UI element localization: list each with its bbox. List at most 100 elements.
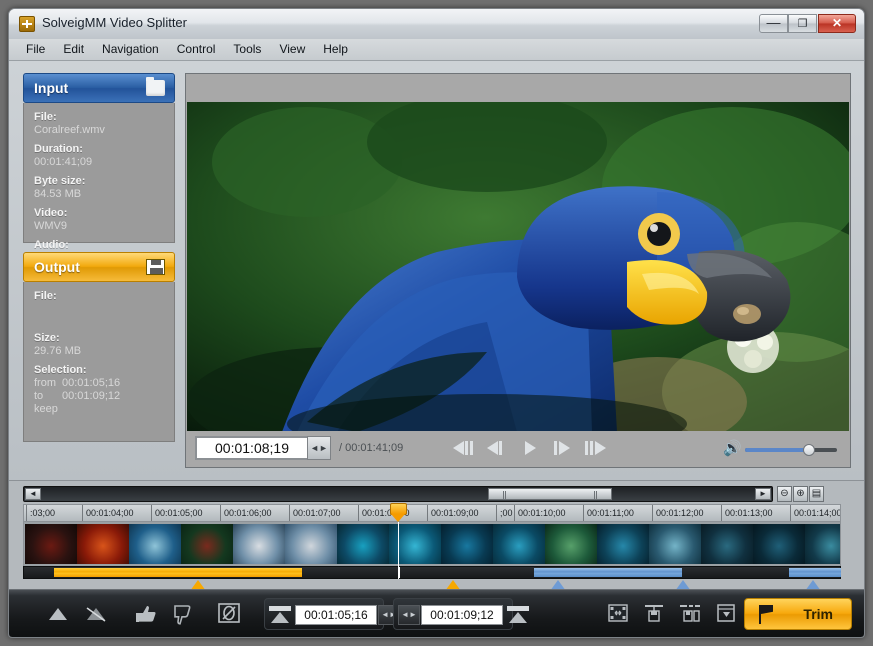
playhead-handle[interactable] (390, 503, 407, 523)
scroll-right-icon[interactable]: ► (755, 488, 771, 500)
timeline-segment-blue[interactable] (534, 568, 682, 577)
input-field-value: 00:01:41;09 (34, 156, 164, 168)
ruler-tick-label: :03;00 (30, 508, 55, 518)
menu-item-control[interactable]: Control (168, 39, 225, 59)
invert-selection-icon[interactable] (217, 602, 241, 624)
ruler-tick: 00:01:06;00 (220, 505, 221, 522)
input-field-label: Duration: (34, 143, 164, 155)
save-slice-icon[interactable] (643, 602, 665, 624)
timeline-scrollbar[interactable]: ◄ ► (23, 486, 773, 502)
current-time-field[interactable]: 00:01:08;19 (195, 436, 307, 460)
close-icon: ✕ (819, 16, 855, 30)
menu-item-navigation[interactable]: Navigation (93, 39, 168, 59)
output-size-value: 29.76 MB (34, 345, 164, 357)
menu-item-edit[interactable]: Edit (54, 39, 93, 59)
ruler-tick-label: 00:01:11;00 (587, 508, 634, 518)
playhead-line (398, 522, 399, 579)
batch-icon[interactable] (715, 602, 737, 624)
menu-item-help[interactable]: Help (314, 39, 357, 59)
ruler-tick: :03;00 (26, 505, 27, 522)
volume-fill (745, 448, 809, 452)
minimize-button[interactable]: — (759, 14, 788, 33)
thumbs-up-icon[interactable] (133, 602, 159, 626)
filmstrip-icon[interactable] (607, 602, 629, 624)
video-preview-panel: 00:01:08;19 ◄► / 00:01:41;09 (185, 73, 851, 468)
play-icon[interactable] (517, 438, 547, 458)
bottom-toolbar: 00:01:05;16 ◄► ◄► 00:01:09;12 (9, 589, 864, 637)
timeline-segment-keep[interactable] (54, 568, 302, 577)
thumbs-down-icon[interactable] (170, 602, 196, 626)
menu-item-tools[interactable]: Tools (224, 39, 270, 59)
ruler-tick: 00:01:09;00 (427, 505, 428, 522)
zoom-in-icon[interactable]: ⊕ (793, 486, 808, 502)
input-field-label: Video: (34, 207, 164, 219)
ruler-tick: 00:01:04;00 (82, 505, 83, 522)
selection-to-label: to (34, 390, 62, 402)
video-canvas[interactable] (187, 102, 849, 432)
ruler-tick: 00:01:14;00 (790, 505, 791, 522)
flag-icon (759, 605, 775, 624)
timeline-thumbnail (493, 524, 545, 564)
step-forward-icon[interactable] (549, 438, 579, 458)
segment-playhead (399, 567, 400, 578)
volume-knob[interactable] (803, 444, 815, 456)
title-bar: SolveigMM Video Splitter — ❐ ✕ (9, 9, 864, 39)
start-time-field[interactable]: 00:01:05;16 (295, 605, 377, 625)
timeline-thumbnails[interactable] (23, 522, 841, 566)
timeline-thumbnail (753, 524, 805, 564)
save-slices-icon[interactable] (679, 602, 701, 624)
end-time-field[interactable]: 00:01:09;12 (421, 605, 503, 625)
close-button[interactable]: ✕ (818, 14, 856, 33)
ruler-tick-label: ;00 (500, 508, 513, 518)
menu-bar: FileEditNavigationControlToolsViewHelp (9, 39, 864, 61)
menu-item-view[interactable]: View (270, 39, 314, 59)
add-marker-icon[interactable] (45, 602, 71, 626)
ruler-tick: 00:01:07;00 (289, 505, 290, 522)
input-field-label: Byte size: (34, 175, 164, 187)
ruler-tick-label: 00:01:04;00 (86, 508, 134, 518)
output-panel-header: Output (23, 252, 175, 282)
timeline-area: ◄ ► ⊖ ⊕ ▤ :03;0000:01:04;0000:01:05;0000… (9, 480, 864, 590)
remove-marker-icon[interactable] (83, 602, 109, 626)
ruler-tick-label: 00:01:12;00 (656, 508, 704, 518)
zoom-out-icon[interactable]: ⊖ (777, 486, 792, 502)
prev-frame-icon[interactable] (449, 438, 479, 458)
end-marker-icon[interactable] (507, 606, 529, 624)
timeline-segment-bar[interactable] (23, 566, 841, 579)
timeline-thumbnail (129, 524, 181, 564)
main-content: Input File: Coralreef.wmv Duration:00:01:4… (9, 61, 864, 480)
input-field-value: Coralreef.wmv (34, 124, 164, 136)
current-time-spinner[interactable]: ◄► (307, 436, 331, 460)
minimize-icon: — (760, 14, 787, 30)
ruler-tick-label: 00:01:13;00 (725, 508, 773, 518)
window-title: SolveigMM Video Splitter (42, 15, 187, 30)
output-file-label: File: (34, 290, 164, 302)
fit-all-icon[interactable]: ▤ (809, 486, 824, 502)
ruler-tick-label: 00:01:06;00 (224, 508, 272, 518)
total-duration-label: / 00:01:41;09 (339, 442, 403, 454)
next-frame-icon[interactable] (583, 438, 613, 458)
timeline-ruler[interactable]: :03;0000:01:04;0000:01:05;0000:01:06;000… (23, 504, 841, 522)
volume-slider[interactable] (745, 448, 837, 452)
menu-item-file[interactable]: File (17, 39, 54, 59)
scroll-left-icon[interactable]: ◄ (25, 488, 41, 500)
step-back-icon[interactable] (483, 438, 513, 458)
timeline-thumbnail (597, 524, 649, 564)
selection-from-row: from00:01:05;16 (34, 377, 164, 389)
trim-button-label: Trim (803, 606, 833, 622)
video-frame-image (187, 102, 849, 432)
folder-icon[interactable] (146, 80, 165, 96)
app-icon (19, 16, 35, 32)
floppy-save-icon[interactable] (146, 259, 165, 275)
volume-icon[interactable]: 🔊 (723, 442, 739, 456)
maximize-button[interactable]: ❐ (788, 14, 817, 33)
input-panel-body: File:Coralreef.wmvDuration:00:01:41;09By… (23, 103, 175, 243)
trim-button[interactable]: Trim (744, 598, 852, 630)
start-marker-icon[interactable] (269, 606, 291, 624)
end-time-spinner[interactable]: ◄► (398, 605, 420, 625)
timeline-segment-blue[interactable] (789, 568, 841, 577)
scrollbar-thumb[interactable] (488, 488, 612, 500)
ruler-tick: 00:01:10;00 (514, 505, 515, 522)
input-panel-title: Input (34, 80, 68, 96)
timeline-thumbnail (805, 524, 841, 564)
